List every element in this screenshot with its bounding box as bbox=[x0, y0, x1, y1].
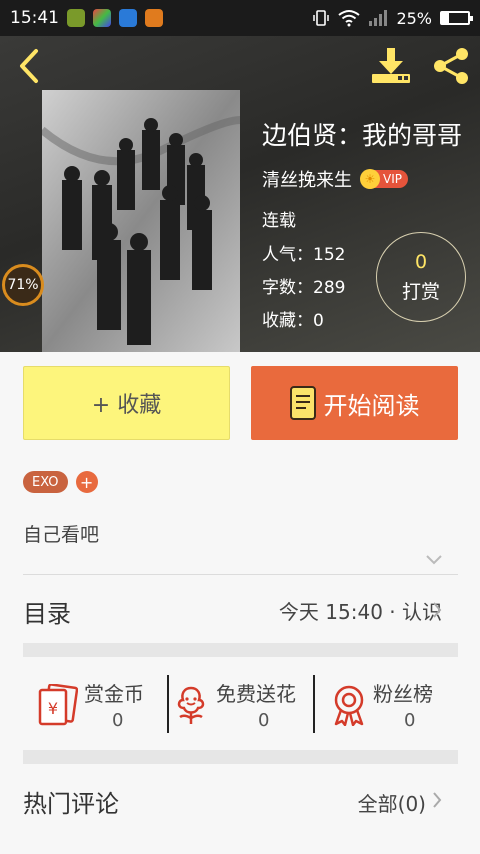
stat-fans-value: 0 bbox=[404, 710, 416, 731]
book-status: 连载 bbox=[262, 211, 296, 231]
collect-label: + 收藏 bbox=[91, 393, 162, 418]
stat-fans[interactable]: 粉丝榜 0 bbox=[328, 674, 458, 734]
stat-fans-label: 粉丝榜 bbox=[373, 682, 433, 706]
vibrate-icon bbox=[313, 10, 330, 26]
word-count: 字数：289 bbox=[262, 278, 346, 298]
toc-label[interactable]: 目录 bbox=[23, 594, 71, 629]
add-tag-button[interactable]: + bbox=[75, 471, 98, 493]
tag-exo[interactable]: EXO bbox=[23, 471, 68, 493]
stat-coins[interactable]: ¥ 赏金币 0 bbox=[34, 674, 164, 734]
hot-comments-label: 热门评论 bbox=[23, 790, 119, 818]
chevron-right-icon[interactable] bbox=[432, 791, 442, 809]
book-icon bbox=[289, 386, 316, 420]
wifi-icon bbox=[338, 10, 361, 27]
latest-chapter[interactable]: 今天 15:40 · 认识 bbox=[279, 596, 442, 625]
collect-button[interactable]: + 收藏 bbox=[23, 366, 230, 440]
divider bbox=[313, 675, 315, 733]
stat-flowers[interactable]: 免费送花 0 bbox=[172, 674, 312, 734]
svg-text:¥: ¥ bbox=[48, 699, 58, 718]
reward-label: 打赏 bbox=[401, 280, 440, 303]
red-envelope-icon: ¥ bbox=[38, 684, 78, 726]
book-summary: 自己看吧 bbox=[23, 524, 100, 546]
stat-coins-value: 0 bbox=[112, 710, 124, 731]
gift-app-icon bbox=[93, 9, 111, 27]
camera-app-icon bbox=[145, 9, 163, 27]
vip-sun-icon: ☀ bbox=[360, 169, 380, 189]
back-icon[interactable] bbox=[14, 48, 44, 84]
signal-icon bbox=[369, 10, 388, 26]
stat-coins-label: 赏金币 bbox=[84, 682, 144, 706]
start-reading-button[interactable]: 开始阅读 bbox=[251, 366, 458, 440]
cat-app-icon bbox=[67, 9, 85, 27]
status-bar: 15:41 25% bbox=[0, 0, 480, 36]
favorites-count: 收藏：0 bbox=[262, 311, 324, 331]
popularity: 人气：152 bbox=[262, 245, 346, 265]
medal-icon bbox=[334, 685, 364, 726]
author-name[interactable]: 清丝挽来生 bbox=[262, 166, 352, 192]
tag-list: EXO + bbox=[23, 471, 98, 493]
chevron-right-icon[interactable] bbox=[432, 601, 442, 619]
status-time: 15:41 bbox=[10, 8, 59, 28]
flower-icon bbox=[177, 686, 205, 724]
reward-count: 0 bbox=[414, 250, 428, 273]
read-progress: 71% bbox=[7, 277, 39, 293]
section-separator bbox=[23, 750, 458, 764]
stat-flowers-label: 免费送花 bbox=[216, 682, 296, 706]
author-row[interactable]: 清丝挽来生 ☀ VIP bbox=[262, 166, 408, 192]
cover-image bbox=[42, 90, 240, 352]
book-header: 边伯贤：我的哥哥 清丝挽来生 ☀ VIP 连载 人气：152 字数：289 收藏… bbox=[0, 36, 480, 352]
reward-button[interactable]: 0 打赏 bbox=[376, 232, 466, 322]
vip-label: VIP bbox=[383, 172, 402, 186]
share-icon[interactable] bbox=[430, 46, 472, 86]
read-progress-badge: 71% bbox=[2, 264, 44, 306]
chevron-down-icon[interactable] bbox=[424, 553, 444, 567]
screenshot-app-icon bbox=[119, 9, 137, 27]
divider bbox=[167, 675, 169, 733]
book-title: 边伯贤：我的哥哥 bbox=[262, 121, 463, 150]
download-icon[interactable] bbox=[370, 46, 412, 86]
vip-badge: ☀ VIP bbox=[360, 169, 408, 189]
battery-icon bbox=[440, 11, 473, 25]
section-separator bbox=[23, 643, 458, 657]
start-reading-label: 开始阅读 bbox=[323, 391, 420, 420]
divider bbox=[23, 574, 458, 575]
all-comments-link[interactable]: 全部(0) bbox=[358, 788, 426, 817]
battery-level bbox=[442, 13, 449, 23]
battery-percent: 25% bbox=[396, 8, 432, 28]
book-cover[interactable] bbox=[42, 90, 240, 352]
stat-flowers-value: 0 bbox=[258, 710, 270, 731]
